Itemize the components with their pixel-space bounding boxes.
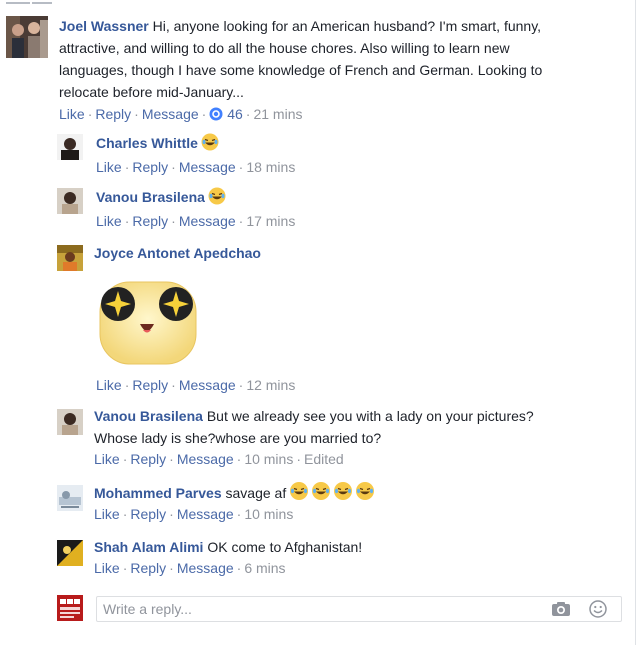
message-link[interactable]: Message	[142, 106, 199, 122]
reply-author[interactable]: Shah Alam Alimi	[94, 539, 203, 555]
comment-text: attractive, and willing to do all the ho…	[59, 40, 510, 56]
avatar[interactable]	[57, 540, 83, 566]
reply-actions: Like · Reply · Message · 10 mins	[94, 506, 294, 522]
reply-composer	[96, 596, 622, 622]
reply-text: Whose lady is she?whose are you married …	[94, 430, 382, 446]
reply-text: savage af	[225, 485, 287, 501]
starry-eyes-sticker[interactable]	[96, 276, 200, 368]
like-link[interactable]: Like	[59, 106, 85, 122]
avatar[interactable]	[57, 245, 83, 271]
reply-actions: Like · Reply · Message · 10 mins · Edited	[94, 451, 344, 467]
timestamp: 21 mins	[253, 106, 303, 122]
reply-count[interactable]: 46	[227, 106, 243, 122]
laughing-emoji-icon	[201, 133, 219, 157]
reply-vanou-brasilena-2: Vanou Brasilena But we already see you w…	[0, 404, 630, 474]
reply-author[interactable]: Joyce Antonet Apedchao	[94, 245, 261, 261]
comment-actions: Like · Reply · Message · 46 · 21 mins	[59, 104, 629, 126]
timestamp: 17 mins	[246, 213, 296, 229]
composer-avatar	[57, 595, 83, 621]
like-link[interactable]: Like	[94, 506, 120, 522]
reply-link[interactable]: Reply	[130, 560, 166, 576]
laughing-emoji-icon	[208, 187, 226, 211]
message-link[interactable]: Message	[179, 377, 236, 393]
reply-link[interactable]: Reply	[132, 377, 168, 393]
message-link[interactable]: Message	[177, 506, 234, 522]
timestamp: 10 mins	[244, 506, 294, 522]
comment-text: relocate before mid-January...	[59, 84, 244, 100]
avatar[interactable]	[57, 485, 83, 511]
laughing-emoji-icon	[289, 481, 377, 501]
reply-bubble-icon[interactable]	[209, 106, 223, 126]
panel-border	[635, 0, 636, 645]
like-link[interactable]: Like	[96, 377, 122, 393]
timestamp: 18 mins	[246, 159, 296, 175]
reply-actions: Like · Reply · Message · 12 mins	[96, 377, 296, 393]
top-edge-strip	[0, 0, 640, 8]
avatar[interactable]	[57, 188, 83, 214]
like-link[interactable]: Like	[96, 213, 122, 229]
reply-author[interactable]: Mohammed Parves	[94, 485, 222, 501]
reply-author[interactable]: Charles Whittle	[96, 135, 198, 151]
reply-actions: Like · Reply · Message · 18 mins	[96, 159, 296, 175]
smiley-icon[interactable]	[589, 600, 607, 621]
reply-mohammed-parves: Mohammed Parves savage af Like · Reply · Mes…	[0, 480, 630, 530]
reply-actions: Like · Reply · Message · 6 mins	[94, 560, 286, 576]
reply-author[interactable]: Vanou Brasilena	[94, 408, 203, 424]
comment-author[interactable]: Joel Wassner	[59, 18, 149, 34]
comment-text: languages, though I have some knowledge …	[59, 62, 543, 78]
like-link[interactable]: Like	[94, 451, 120, 467]
avatar[interactable]	[57, 409, 83, 435]
reply-link[interactable]: Reply	[95, 106, 131, 122]
reply-link[interactable]: Reply	[130, 506, 166, 522]
timestamp: 6 mins	[244, 560, 286, 576]
timestamp: 10 mins	[244, 451, 294, 467]
reply-joyce-antonet-apedchao: Joyce Antonet Apedchao Like · Reply · Messag…	[0, 240, 630, 400]
timestamp: 12 mins	[246, 377, 296, 393]
reply-text: OK come to Afghanistan!	[207, 539, 363, 555]
reply-charles-whittle: Charles Whittle Like · Reply · Message · 18 mi…	[0, 130, 630, 180]
message-link[interactable]: Message	[177, 451, 234, 467]
edited-label[interactable]: Edited	[304, 451, 344, 467]
message-link[interactable]: Message	[177, 560, 234, 576]
like-link[interactable]: Like	[96, 159, 122, 175]
camera-icon[interactable]	[551, 600, 571, 621]
reply-input[interactable]	[103, 599, 523, 619]
avatar[interactable]	[6, 16, 48, 58]
message-link[interactable]: Message	[179, 213, 236, 229]
comment-text: Hi, anyone looking for an American husba…	[152, 18, 542, 34]
reply-text: But we already see you with a lady on yo…	[206, 408, 534, 424]
avatar[interactable]	[57, 134, 83, 160]
reply-link[interactable]: Reply	[130, 451, 166, 467]
reply-shah-alam-alimi: Shah Alam Alimi OK come to Afghanistan! …	[0, 535, 630, 585]
like-link[interactable]: Like	[94, 560, 120, 576]
comment-joel-wassner: Joel Wassner Hi, anyone looking for an A…	[0, 12, 630, 122]
reply-vanou-brasilena: Vanou Brasilena Like · Reply · Message · 17 mi…	[0, 184, 630, 234]
reply-author[interactable]: Vanou Brasilena	[96, 189, 205, 205]
reply-actions: Like · Reply · Message · 17 mins	[96, 213, 296, 229]
reply-link[interactable]: Reply	[132, 213, 168, 229]
reply-link[interactable]: Reply	[132, 159, 168, 175]
message-link[interactable]: Message	[179, 159, 236, 175]
